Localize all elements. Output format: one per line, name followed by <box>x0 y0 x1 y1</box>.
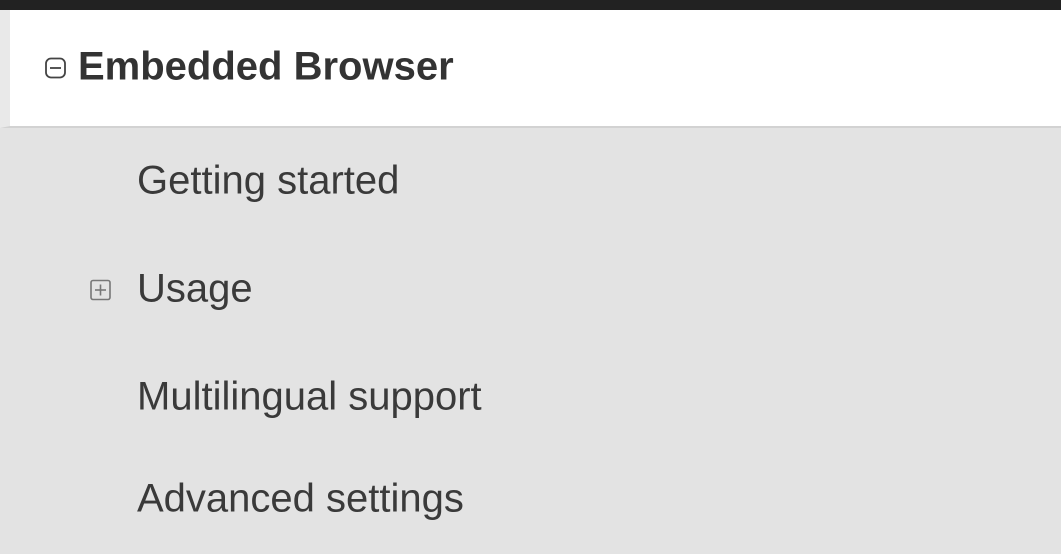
tree-item-label: Multilingual support <box>137 374 482 419</box>
tree-item-getting-started[interactable]: Getting started <box>0 128 1061 236</box>
section-header-embedded-browser[interactable]: Embedded Browser <box>0 10 1061 128</box>
tree-item-label: Getting started <box>137 158 400 203</box>
tree-item-label: Usage <box>137 266 253 311</box>
tree-item-usage[interactable]: Usage <box>0 236 1061 344</box>
tree-item-label: Advanced settings <box>137 476 464 521</box>
top-bar <box>0 0 1061 10</box>
expand-plus-icon[interactable] <box>90 279 111 301</box>
section-title: Embedded Browser <box>78 44 454 89</box>
collapse-minus-icon[interactable] <box>45 57 66 79</box>
tree-item-advanced-settings[interactable]: Advanced settings <box>0 446 1061 554</box>
nav-tree: Getting started Usage Multilingual suppo… <box>0 128 1061 548</box>
tree-item-multilingual-support[interactable]: Multilingual support <box>0 344 1061 452</box>
